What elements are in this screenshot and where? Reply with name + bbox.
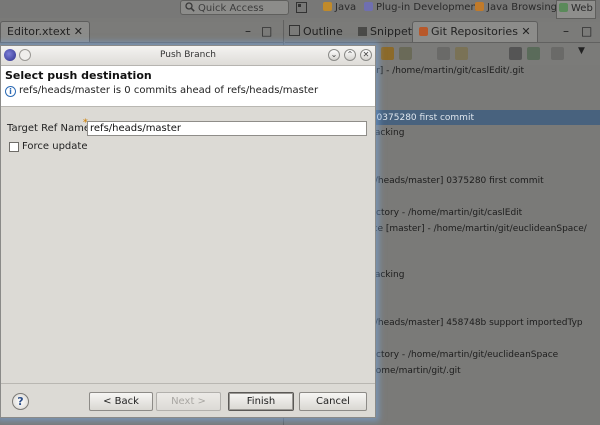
tab-git-repositories-label: Git Repositories ✕ (431, 25, 531, 38)
refresh-icon[interactable] (437, 47, 450, 60)
tab-editor-xtext[interactable]: Editor.xtext ✕ (0, 21, 90, 42)
java-perspective-icon (323, 2, 332, 11)
search-icon (185, 2, 195, 12)
maximize-dialog-icon[interactable]: ⌃ (344, 49, 356, 61)
create-repository-icon[interactable] (399, 47, 412, 60)
cancel-button[interactable]: Cancel (299, 392, 367, 411)
target-ref-input[interactable] (87, 121, 367, 136)
dialog-titlebar[interactable]: Push Branch ⌄ ⌃ ✕ (1, 46, 375, 66)
outline-icon (289, 25, 300, 36)
repo-tree-line[interactable]: fs/heads/master] 0375280 first commit (367, 176, 544, 186)
main-toolbar: Quick Access Java Plug-in Development Ja… (0, 0, 600, 19)
dialog-title: Push Branch (160, 50, 216, 60)
quick-access-placeholder: Quick Access (198, 3, 264, 14)
minimize-view-icon[interactable]: – (563, 22, 569, 42)
plugin-perspective-icon (364, 2, 373, 11)
tab-editor-xtext-label: Editor.xtext ✕ (7, 25, 83, 38)
tab-snippets-label: Snippets (370, 25, 418, 38)
close-dialog-icon[interactable]: ✕ (360, 49, 372, 61)
force-update-label: Force update (22, 141, 88, 152)
minimize-dialog-icon[interactable]: ⌄ (328, 49, 340, 61)
repo-tree-line[interactable]: rectory - /home/martin/git/euclideanSpac… (367, 350, 558, 360)
repo-tree-line[interactable]: ter] - /home/martin/git/caslEdit/.git (367, 66, 524, 76)
toggle-branch-icon[interactable] (527, 47, 540, 60)
tab-git-repositories[interactable]: Git Repositories ✕ (412, 21, 538, 42)
view-menu-chevron-icon[interactable]: ▼ (578, 46, 585, 56)
perspective-plugin-label: Plug-in Development (376, 2, 481, 13)
perspective-java-label: Java (335, 2, 357, 13)
repo-tree-selected-text: r 0375280 first commit (370, 113, 474, 123)
next-button[interactable]: Next > (156, 392, 221, 411)
target-ref-label: Target Ref Name: (7, 123, 94, 134)
git-repositories-icon (419, 27, 428, 36)
repo-tree-line[interactable]: rectory - /home/martin/git/caslEdit (367, 208, 522, 218)
view-menu-icon[interactable] (551, 47, 564, 60)
repo-tree-line[interactable]: /home/martin/git/.git (367, 366, 461, 376)
wizard-header-title: Select push destination (5, 69, 152, 82)
java-browsing-perspective-icon (475, 2, 484, 11)
perspective-web-label: Web (571, 3, 593, 14)
perspective-java[interactable]: Java (323, 0, 356, 17)
perspective-java-browsing-label: Java Browsing (487, 2, 558, 13)
snippets-icon (358, 27, 367, 36)
tab-outline-label: Outline (303, 25, 343, 38)
maximize-view-icon[interactable]: □ (581, 22, 592, 42)
tab-snippets[interactable]: Snippets (358, 22, 418, 42)
repo-tree-line[interactable]: fs/heads/master] 458748b support importe… (367, 318, 583, 328)
collapse-all-icon[interactable] (509, 47, 522, 60)
tab-outline[interactable]: Outline (289, 22, 343, 42)
link-with-selection-icon[interactable] (455, 47, 468, 60)
back-button[interactable]: < Back (89, 392, 153, 411)
force-update-checkbox[interactable] (9, 142, 19, 152)
push-branch-dialog: Push Branch ⌄ ⌃ ✕ Select push destinatio… (0, 45, 376, 418)
web-perspective-icon (559, 3, 568, 12)
wizard-header-message: refs/heads/master is 0 commits ahead of … (19, 85, 319, 96)
finish-button[interactable]: Finish (228, 392, 294, 411)
repo-tree-line[interactable]: ace [master] - /home/martin/git/euclidea… (367, 224, 587, 234)
perspective-java-browsing[interactable]: Java Browsing (475, 0, 557, 17)
maximize-icon[interactable]: □ (261, 22, 272, 42)
editor-tab-row: Editor.xtext ✕ – □ (0, 21, 283, 43)
perspective-web[interactable]: Web (556, 0, 596, 19)
button-bar-separator (1, 383, 375, 384)
minimize-icon[interactable]: – (245, 22, 251, 42)
wizard-header: Select push destination i refs/heads/mas… (1, 66, 375, 107)
views-tab-row: Outline Snippets Git Repositories ✕ – □ (285, 21, 600, 43)
help-icon[interactable]: ? (12, 393, 29, 410)
perspective-plugin-development[interactable]: Plug-in Development (364, 0, 481, 17)
repo-tree-selected-line[interactable]: r 0375280 first commit (367, 110, 600, 125)
clone-repository-icon[interactable] (381, 47, 394, 60)
quick-access-field[interactable]: Quick Access (180, 0, 289, 15)
info-icon: i (5, 86, 16, 97)
open-perspective-icon[interactable] (296, 0, 307, 17)
